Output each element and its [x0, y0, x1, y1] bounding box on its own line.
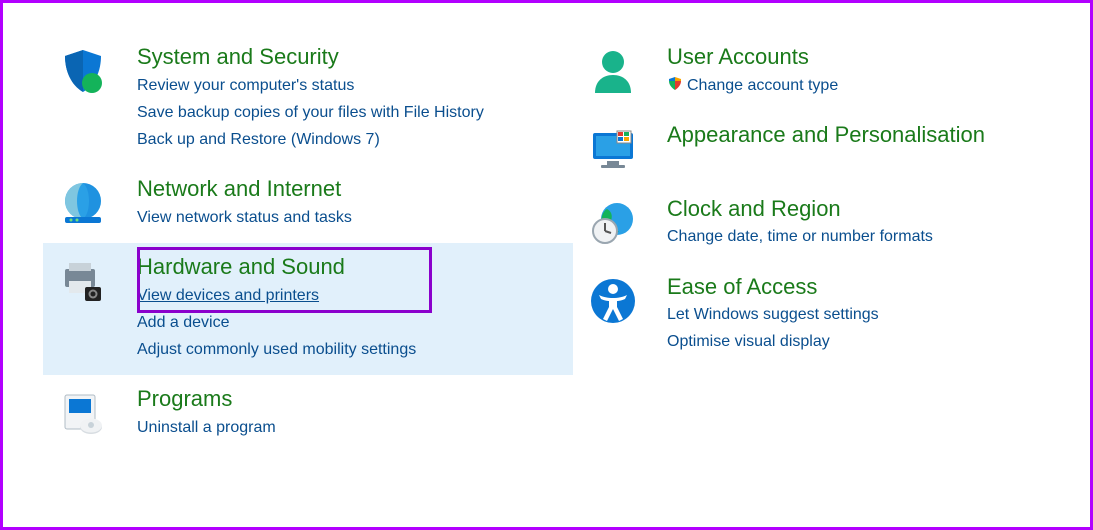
link-review-status[interactable]: Review your computer's status [137, 72, 354, 99]
category-ease-of-access: Ease of Access Let Windows suggest setti… [573, 263, 1070, 368]
shield-icon [53, 43, 113, 95]
link-file-history[interactable]: Save backup copies of your files with Fi… [137, 99, 484, 126]
category-clock-region: Clock and Region Change date, time or nu… [573, 185, 1070, 263]
link-uninstall-program[interactable]: Uninstall a program [137, 414, 276, 441]
category-title[interactable]: Ease of Access [667, 273, 879, 302]
link-change-account-type[interactable]: Change account type [687, 72, 838, 99]
globe-network-icon [53, 175, 113, 227]
link-network-status[interactable]: View network status and tasks [137, 204, 352, 231]
user-icon [583, 43, 643, 95]
category-network-internet: Network and Internet View network status… [43, 165, 573, 243]
category-system-security: System and Security Review your computer… [43, 33, 573, 165]
right-column: User Accounts Change account type Appear… [573, 33, 1070, 507]
link-add-device[interactable]: Add a device [137, 309, 230, 336]
category-title[interactable]: Appearance and Personalisation [667, 121, 985, 150]
link-backup-restore[interactable]: Back up and Restore (Windows 7) [137, 126, 380, 153]
category-programs: Programs Uninstall a program [43, 375, 573, 453]
programs-icon [53, 385, 113, 437]
category-user-accounts: User Accounts Change account type [573, 33, 1070, 111]
category-title[interactable]: Network and Internet [137, 175, 352, 204]
link-date-time-formats[interactable]: Change date, time or number formats [667, 223, 933, 250]
left-column: System and Security Review your computer… [43, 33, 573, 507]
category-title[interactable]: System and Security [137, 43, 484, 72]
category-title[interactable]: Programs [137, 385, 276, 414]
category-title[interactable]: Hardware and Sound [137, 253, 416, 282]
link-optimise-display[interactable]: Optimise visual display [667, 328, 830, 355]
category-appearance: Appearance and Personalisation [573, 111, 1070, 185]
printer-camera-icon [53, 253, 113, 305]
category-title[interactable]: User Accounts [667, 43, 838, 72]
clock-globe-icon [583, 195, 643, 247]
link-suggest-settings[interactable]: Let Windows suggest settings [667, 301, 879, 328]
accessibility-icon [583, 273, 643, 325]
link-devices-printers[interactable]: View devices and printers [137, 282, 319, 309]
link-mobility-settings[interactable]: Adjust commonly used mobility settings [137, 336, 416, 363]
monitor-icon [583, 121, 643, 173]
control-panel-categories: System and Security Review your computer… [3, 3, 1090, 527]
uac-shield-icon [667, 76, 683, 92]
category-hardware-sound: Hardware and Sound View devices and prin… [43, 243, 573, 375]
category-title[interactable]: Clock and Region [667, 195, 933, 224]
